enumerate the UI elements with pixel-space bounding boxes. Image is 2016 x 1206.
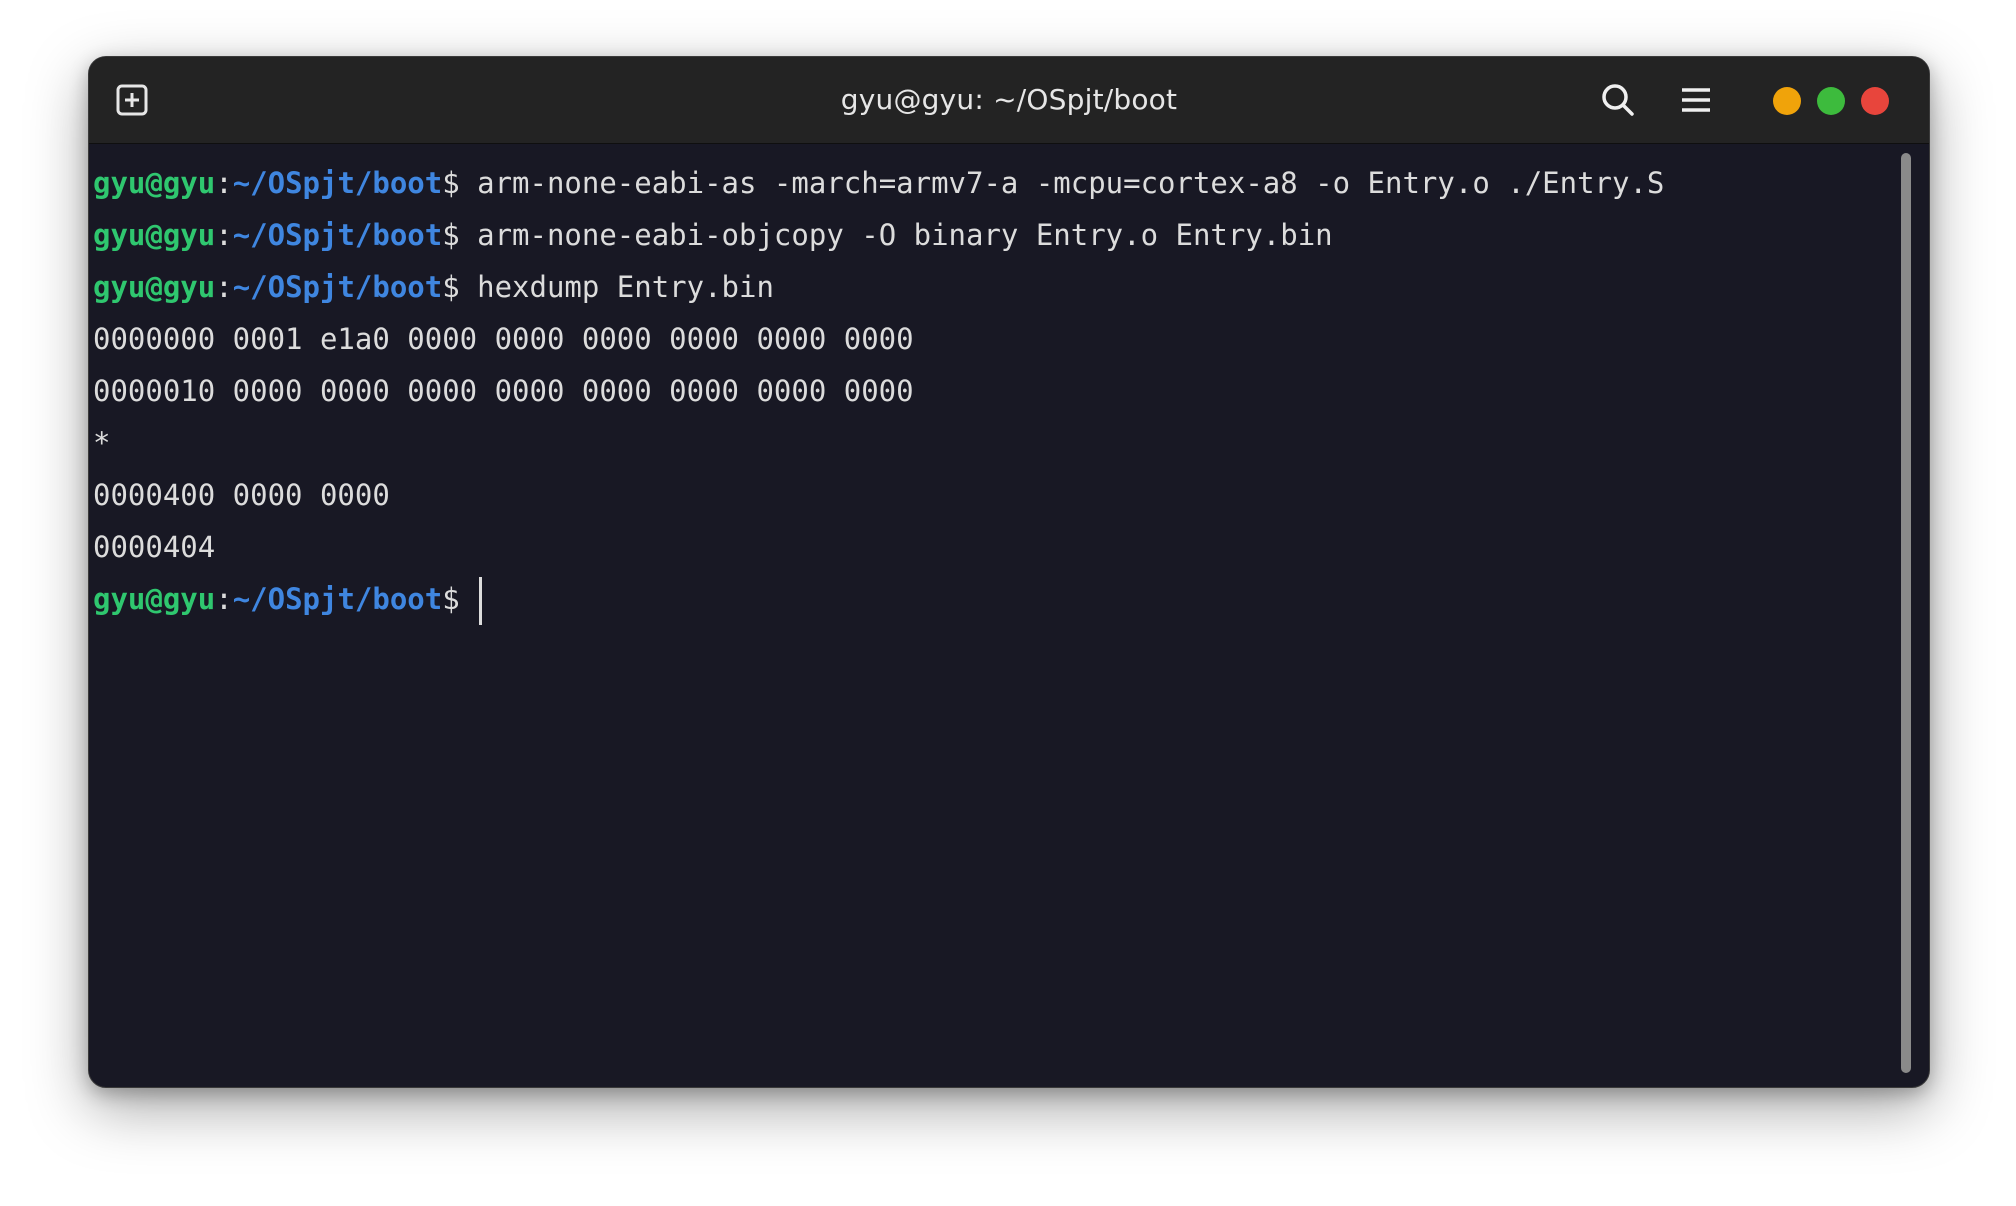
active-prompt-line[interactable]: gyu@gyu:~/OSpjt/boot$ xyxy=(93,573,1893,625)
prompt-path: ~/OSpjt/boot xyxy=(232,218,443,252)
prompt-colon: : xyxy=(215,270,233,304)
prompt-path: ~/OSpjt/boot xyxy=(232,166,443,200)
hamburger-menu-icon xyxy=(1682,88,1710,112)
command-line: gyu@gyu:~/OSpjt/boot$ arm-none-eabi-objc… xyxy=(93,209,1893,261)
prompt-user: gyu@gyu xyxy=(93,270,216,304)
output-line: * xyxy=(93,426,111,460)
search-button[interactable] xyxy=(1595,77,1641,123)
prompt-dollar: $ xyxy=(442,582,478,616)
prompt-user: gyu@gyu xyxy=(93,582,216,616)
terminal-window: gyu@gyu: ~/OSpjt/boot gyu@gyu:~/OSpjt/bo… xyxy=(88,56,1930,1088)
output-line: 0000010 0000 0000 0000 0000 0000 0000 00… xyxy=(93,374,914,408)
command-text: arm-none-eabi-objcopy -O binary Entry.o … xyxy=(477,218,1333,252)
window-title: gyu@gyu: ~/OSpjt/boot xyxy=(840,83,1178,116)
command-text: hexdump Entry.bin xyxy=(477,270,774,304)
prompt-dollar: $ xyxy=(442,218,478,252)
prompt-user: gyu@gyu xyxy=(93,218,216,252)
prompt-user: gyu@gyu xyxy=(93,166,216,200)
prompt-colon: : xyxy=(215,218,233,252)
close-button[interactable] xyxy=(1861,87,1889,115)
scrollbar[interactable] xyxy=(1901,153,1911,1073)
text-cursor xyxy=(479,577,483,625)
prompt-path: ~/OSpjt/boot xyxy=(232,582,443,616)
search-icon xyxy=(1602,84,1634,116)
minimize-button[interactable] xyxy=(1773,87,1801,115)
new-tab-button[interactable] xyxy=(109,77,155,123)
command-line: gyu@gyu:~/OSpjt/boot$ arm-none-eabi-as -… xyxy=(93,157,1893,209)
prompt-dollar: $ xyxy=(442,270,478,304)
output-line: 0000000 0001 e1a0 0000 0000 0000 0000 00… xyxy=(93,322,914,356)
prompt-colon: : xyxy=(215,582,233,616)
command-text: arm-none-eabi-as -march=armv7-a -mcpu=co… xyxy=(477,166,1665,200)
prompt-path: ~/OSpjt/boot xyxy=(232,270,443,304)
prompt-dollar: $ xyxy=(442,166,478,200)
menu-button[interactable] xyxy=(1673,77,1719,123)
output-line: 0000400 0000 0000 xyxy=(93,478,390,512)
new-tab-icon xyxy=(116,84,148,116)
prompt-colon: : xyxy=(215,166,233,200)
terminal-output[interactable]: gyu@gyu:~/OSpjt/boot$ arm-none-eabi-as -… xyxy=(93,157,1893,625)
command-line: gyu@gyu:~/OSpjt/boot$ hexdump Entry.bin xyxy=(93,261,1893,313)
maximize-button[interactable] xyxy=(1817,87,1845,115)
title-bar: gyu@gyu: ~/OSpjt/boot xyxy=(89,57,1929,144)
output-line: 0000404 xyxy=(93,530,216,564)
